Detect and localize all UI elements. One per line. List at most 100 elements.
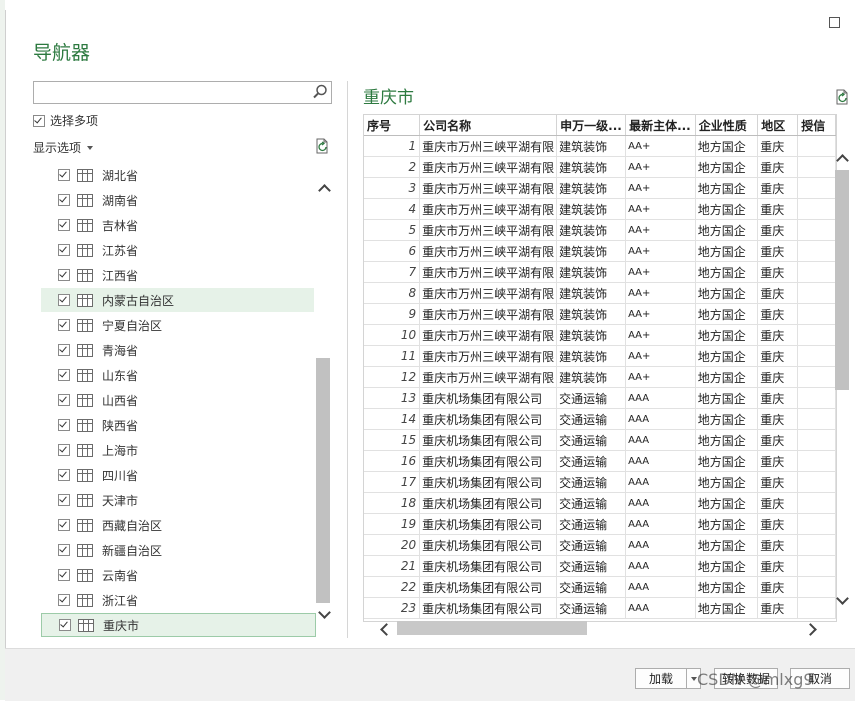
table-cell[interactable]: 交通运输 bbox=[556, 576, 627, 598]
pane-divider[interactable] bbox=[347, 81, 348, 638]
table-cell[interactable]: 重庆 bbox=[757, 345, 799, 367]
table-cell[interactable]: AAA bbox=[625, 387, 696, 409]
checkbox-icon[interactable] bbox=[58, 494, 70, 506]
table-cell[interactable]: 7 bbox=[364, 261, 421, 283]
table-cell[interactable]: 1 bbox=[364, 135, 421, 157]
table-cell[interactable]: 重庆 bbox=[757, 429, 799, 451]
checkbox-icon[interactable] bbox=[58, 519, 70, 531]
table-cell[interactable]: 地方国企 bbox=[695, 219, 759, 241]
table-cell[interactable]: 重庆市万州三峡平湖有限 bbox=[419, 177, 558, 199]
table-cell[interactable]: 重庆市万州三峡平湖有限 bbox=[419, 219, 558, 241]
table-cell[interactable]: AAA bbox=[625, 492, 696, 514]
table-cell[interactable]: 重庆机场集团有限公司 bbox=[419, 450, 558, 472]
table-cell[interactable]: AAA bbox=[625, 408, 696, 430]
table-cell[interactable]: 交通运输 bbox=[556, 534, 627, 556]
table-cell[interactable]: 13 bbox=[364, 387, 421, 409]
table-cell[interactable]: 2 bbox=[364, 156, 421, 178]
table-cell[interactable] bbox=[797, 450, 836, 472]
table-cell[interactable] bbox=[797, 240, 836, 262]
preview-refresh-icon[interactable] bbox=[834, 89, 850, 105]
table-cell[interactable]: 重庆 bbox=[757, 261, 799, 283]
load-button[interactable]: 加载 bbox=[635, 668, 687, 689]
table-cell[interactable]: 地方国企 bbox=[695, 282, 759, 304]
table-cell[interactable]: 地方国企 bbox=[695, 471, 759, 493]
checkbox-icon[interactable] bbox=[58, 469, 70, 481]
table-cell[interactable]: AA+ bbox=[625, 240, 696, 262]
table-cell[interactable]: 重庆 bbox=[757, 471, 799, 493]
table-cell[interactable] bbox=[797, 198, 836, 220]
checkbox-icon[interactable] bbox=[59, 619, 71, 631]
table-cell[interactable]: 重庆机场集团有限公司 bbox=[419, 408, 558, 430]
table-cell[interactable]: 交通运输 bbox=[556, 555, 627, 577]
checkbox-icon[interactable] bbox=[58, 244, 70, 256]
table-cell[interactable]: 地方国企 bbox=[695, 177, 759, 199]
table-cell[interactable]: 地方国企 bbox=[695, 450, 759, 472]
table-cell[interactable]: 重庆市万州三峡平湖有限 bbox=[419, 198, 558, 220]
nav-item-shandong[interactable]: 山东省 bbox=[41, 363, 314, 387]
table-cell[interactable]: 21 bbox=[364, 555, 421, 577]
table-cell[interactable]: AA+ bbox=[625, 345, 696, 367]
table-cell[interactable] bbox=[797, 471, 836, 493]
table-cell[interactable]: 重庆机场集团有限公司 bbox=[419, 534, 558, 556]
table-cell[interactable]: 重庆 bbox=[757, 303, 799, 325]
table-cell[interactable]: AA+ bbox=[625, 156, 696, 178]
table-cell[interactable] bbox=[797, 555, 836, 577]
table-cell[interactable] bbox=[797, 261, 836, 283]
table-cell[interactable]: 3 bbox=[364, 177, 421, 199]
table-cell[interactable]: 地方国企 bbox=[695, 513, 759, 535]
table-cell[interactable]: AAA bbox=[625, 597, 696, 619]
table-cell[interactable]: 11 bbox=[364, 345, 421, 367]
table-cell[interactable] bbox=[797, 513, 836, 535]
table-cell[interactable]: AAA bbox=[625, 576, 696, 598]
table-cell[interactable]: 重庆 bbox=[757, 597, 799, 619]
table-cell[interactable]: 重庆 bbox=[757, 177, 799, 199]
table-cell[interactable]: 地方国企 bbox=[695, 597, 759, 619]
table-cell[interactable]: 地方国企 bbox=[695, 492, 759, 514]
nav-item-neimenggu[interactable]: 内蒙古自治区 bbox=[41, 288, 314, 312]
table-cell[interactable]: 重庆 bbox=[757, 555, 799, 577]
column-header[interactable]: 最新主体... bbox=[625, 115, 696, 136]
table-cell[interactable]: 重庆机场集团有限公司 bbox=[419, 597, 558, 619]
checkbox-icon[interactable] bbox=[58, 194, 70, 206]
preview-horizontal-scrollbar-thumb[interactable] bbox=[397, 621, 587, 635]
nav-item-xinjiang[interactable]: 新疆自治区 bbox=[41, 538, 314, 562]
column-header[interactable]: 申万一级... bbox=[556, 115, 627, 136]
table-cell[interactable]: 建筑装饰 bbox=[556, 324, 627, 346]
column-header[interactable]: 序号 bbox=[364, 115, 421, 136]
table-cell[interactable]: 重庆 bbox=[757, 492, 799, 514]
checkbox-icon[interactable] bbox=[58, 394, 70, 406]
table-cell[interactable]: 建筑装饰 bbox=[556, 177, 627, 199]
table-cell[interactable]: 重庆市万州三峡平湖有限 bbox=[419, 156, 558, 178]
table-cell[interactable]: 重庆市万州三峡平湖有限 bbox=[419, 240, 558, 262]
table-cell[interactable]: 建筑装饰 bbox=[556, 282, 627, 304]
table-cell[interactable]: 重庆机场集团有限公司 bbox=[419, 576, 558, 598]
nav-item-chongqing[interactable]: 重庆市 bbox=[41, 613, 316, 637]
nav-item-shanghai[interactable]: 上海市 bbox=[41, 438, 314, 462]
table-cell[interactable] bbox=[797, 492, 836, 514]
table-cell[interactable]: 重庆市万州三峡平湖有限 bbox=[419, 303, 558, 325]
table-cell[interactable]: 建筑装饰 bbox=[556, 198, 627, 220]
table-cell[interactable]: AA+ bbox=[625, 303, 696, 325]
table-cell[interactable]: 5 bbox=[364, 219, 421, 241]
table-cell[interactable]: 重庆 bbox=[757, 450, 799, 472]
table-cell[interactable]: AAA bbox=[625, 513, 696, 535]
table-cell[interactable]: 重庆 bbox=[757, 324, 799, 346]
table-cell[interactable]: 建筑装饰 bbox=[556, 219, 627, 241]
table-cell[interactable]: AAA bbox=[625, 429, 696, 451]
table-cell[interactable]: 交通运输 bbox=[556, 513, 627, 535]
nav-item-jiangsu[interactable]: 江苏省 bbox=[41, 238, 314, 262]
table-cell[interactable]: 地方国企 bbox=[695, 261, 759, 283]
table-cell[interactable]: AA+ bbox=[625, 177, 696, 199]
table-cell[interactable]: 交通运输 bbox=[556, 450, 627, 472]
table-cell[interactable]: 重庆 bbox=[757, 576, 799, 598]
table-cell[interactable]: 地方国企 bbox=[695, 534, 759, 556]
nav-item-ningxia[interactable]: 宁夏自治区 bbox=[41, 313, 314, 337]
checkbox-icon[interactable] bbox=[58, 594, 70, 606]
table-cell[interactable]: 地方国企 bbox=[695, 240, 759, 262]
table-cell[interactable] bbox=[797, 324, 836, 346]
table-cell[interactable]: 重庆 bbox=[757, 240, 799, 262]
table-cell[interactable]: 交通运输 bbox=[556, 597, 627, 619]
table-cell[interactable]: 重庆机场集团有限公司 bbox=[419, 429, 558, 451]
table-cell[interactable] bbox=[797, 534, 836, 556]
table-cell[interactable]: 重庆 bbox=[757, 198, 799, 220]
